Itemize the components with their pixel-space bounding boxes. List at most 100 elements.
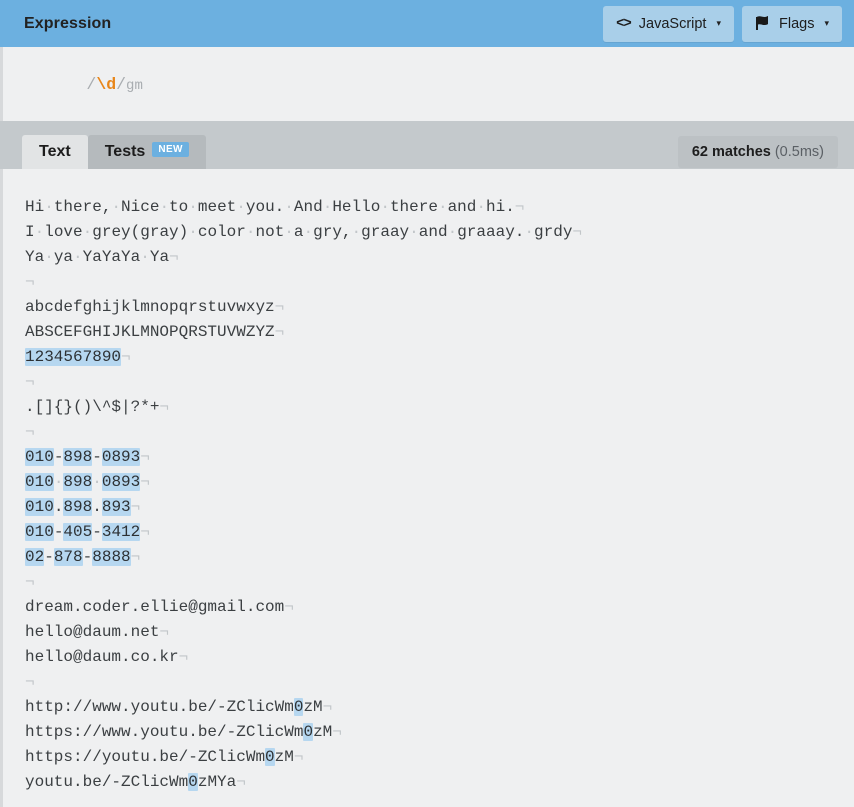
text-run: . (92, 498, 102, 516)
match-highlight: 0 (293, 698, 304, 716)
expression-open-delim: / (86, 74, 97, 94)
text-run: I (25, 223, 35, 241)
match-highlight: 0 (265, 748, 275, 766)
text-line: https://www.youtu.be/-ZClicWm0zM¬ (25, 720, 854, 745)
text-run: Ya (25, 248, 45, 266)
text-run: ABSCEFGHIJKLMNOPQRSTUVWZYZ (25, 323, 275, 341)
tab-tests[interactable]: Tests NEW (87, 135, 206, 169)
eol-marker: ¬ (130, 498, 141, 516)
code-icon: < > (616, 15, 632, 32)
flags-button[interactable]: Flags ▾ (742, 5, 842, 42)
text-line: dream.coder.ellie@gmail.com¬ (25, 595, 854, 620)
eol-marker: ¬ (140, 473, 150, 491)
text-run: - (92, 448, 102, 466)
tabs: Text Tests NEW (22, 135, 206, 169)
text-run: hello@daum.co.kr (25, 648, 179, 666)
space-dot: · (73, 248, 83, 266)
text-run: .[]{}()\^$|?*+ (25, 398, 160, 416)
match-highlight: 0 (188, 773, 198, 791)
space-dot: · (188, 198, 198, 216)
space-dot: · (111, 198, 122, 216)
expression-field[interactable]: /\d/gm (0, 47, 854, 121)
text-line: I·love·grey(gray)·color·not·a·gry,·graay… (25, 220, 854, 245)
match-highlight: 0 (303, 723, 314, 741)
match-duration: (0.5ms) (774, 144, 824, 160)
match-highlight: 898 (63, 473, 93, 491)
chevron-down-icon: ▾ (824, 18, 829, 28)
text-run: hi. (485, 198, 515, 216)
text-line: https://youtu.be/-ZClicWm0zM¬ (25, 745, 854, 770)
flavor-label: JavaScript (638, 15, 707, 32)
text-line: hello@daum.co.kr¬ (25, 645, 854, 670)
eol-marker: ¬ (25, 673, 35, 691)
text-run: meet (197, 198, 237, 216)
text-run: - (92, 523, 102, 541)
text-run: Nice (121, 198, 160, 216)
match-count: 62 matches (691, 144, 771, 160)
space-dot: · (34, 223, 45, 241)
text-run: and (447, 198, 477, 216)
eol-marker: ¬ (25, 573, 35, 591)
text-run: you. (245, 198, 285, 216)
expression-header: Expression < > JavaScript ▾ Flags ▾ (0, 0, 854, 47)
text-run: ya (53, 248, 74, 266)
tab-text-label: Text (39, 143, 71, 160)
tab-strip: Text Tests NEW 62 matches (0.5ms) (0, 121, 854, 169)
space-dot: · (82, 223, 93, 241)
match-highlight: 898 (63, 498, 93, 516)
page-title: Expression (24, 14, 112, 32)
match-highlight: 0893 (101, 473, 141, 491)
eol-marker: ¬ (322, 698, 333, 716)
eol-marker: ¬ (572, 223, 583, 241)
text-run: zMYa (197, 773, 237, 791)
text-run: hello@daum.net (25, 623, 160, 641)
text-run: https://youtu.be/-ZClicWm (25, 748, 266, 766)
space-dot: · (351, 223, 362, 241)
text-line: Ya·ya·YaYaYa·Ya¬ (25, 245, 854, 270)
text-line: ¬ (25, 420, 854, 445)
text-run: abcdefghijklmnopqrstuvwxyz (25, 298, 275, 316)
flavor-button[interactable]: < > JavaScript ▾ (603, 5, 734, 42)
expression-text[interactable]: /\d/gm (27, 56, 142, 113)
eol-marker: ¬ (169, 248, 179, 266)
text-run: graay (361, 223, 410, 241)
space-dot: · (409, 223, 419, 241)
eol-marker: ¬ (25, 273, 35, 291)
chevron-down-icon: ▾ (716, 18, 721, 28)
match-highlight: 3412 (101, 523, 141, 541)
eol-marker: ¬ (236, 773, 246, 791)
text-line: 010.898.893¬ (25, 495, 854, 520)
space-dot: · (303, 223, 314, 241)
space-dot: · (188, 223, 198, 241)
match-highlight: 010 (25, 473, 54, 491)
text-line: abcdefghijklmnopqrstuvwxyz¬ (25, 295, 854, 320)
tab-text[interactable]: Text (22, 135, 88, 169)
regexr-app: Expression < > JavaScript ▾ Flags ▾ /\d/… (0, 0, 854, 807)
eol-marker: ¬ (178, 648, 189, 666)
text-document[interactable]: Hi·there,·Nice·to·meet·you.·And·Hello·th… (25, 195, 854, 795)
text-line: Hi·there,·Nice·to·meet·you.·And·Hello·th… (25, 195, 854, 220)
expression-pattern: \d (96, 74, 117, 94)
text-run: love (44, 223, 83, 241)
text-run: zM (303, 698, 323, 716)
text-run: youtu.be/-ZClicWm (25, 773, 189, 791)
text-run: Hi (25, 198, 45, 216)
flag-icon (755, 16, 771, 31)
text-run: to (169, 198, 189, 216)
text-run: not (255, 223, 285, 241)
status-badge: 62 matches (0.5ms) (677, 136, 838, 168)
space-dot: · (380, 198, 390, 216)
eol-marker: ¬ (274, 298, 285, 316)
space-dot: · (140, 248, 150, 266)
new-badge: NEW (152, 141, 189, 157)
text-line: 010-898-0893¬ (25, 445, 854, 470)
match-highlight: 893 (101, 498, 131, 516)
eol-marker: ¬ (274, 323, 285, 341)
text-run: color (197, 223, 246, 241)
eol-marker: ¬ (25, 423, 35, 441)
text-panel[interactable]: Hi·there,·Nice·to·meet·you.·And·Hello·th… (0, 169, 854, 807)
text-line: 010-405-3412¬ (25, 520, 854, 545)
text-run: Hello (332, 198, 381, 216)
match-highlight: 1234567890 (25, 348, 122, 366)
space-dot: · (236, 198, 246, 216)
